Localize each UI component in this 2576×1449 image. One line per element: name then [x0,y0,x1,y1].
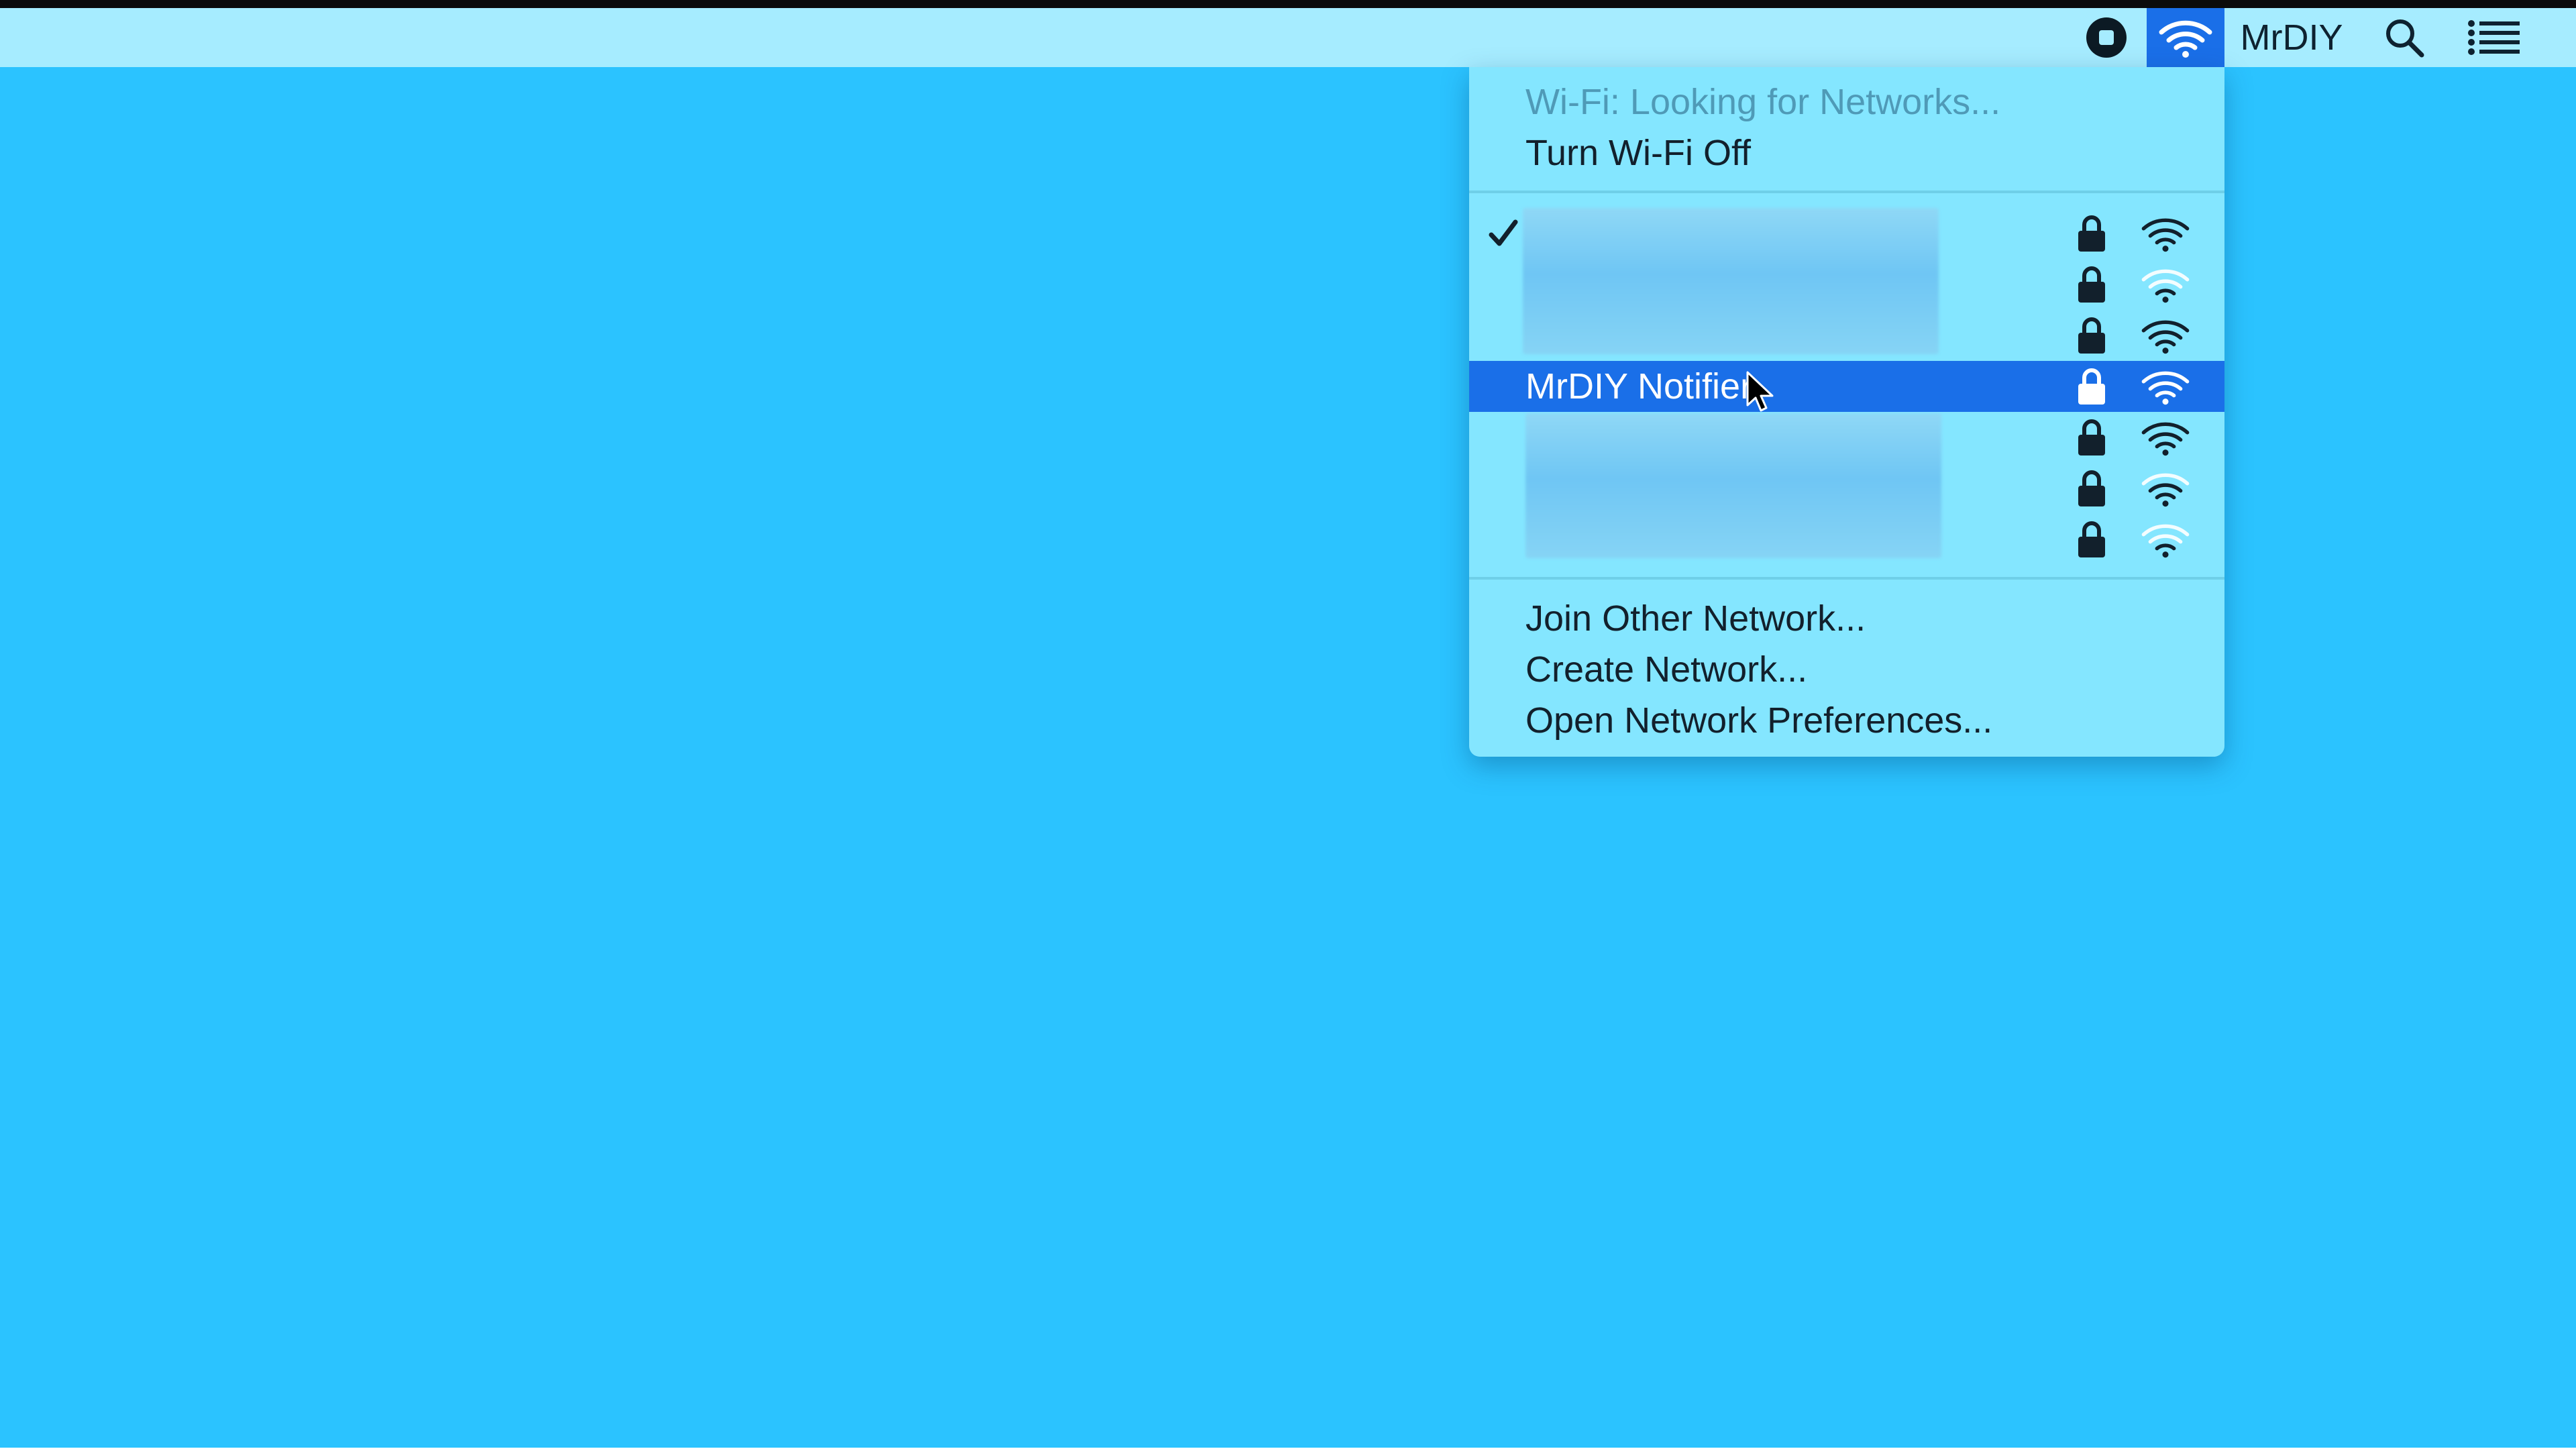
menu-separator [1469,191,2224,193]
lock-icon [2072,514,2112,565]
lock-icon [2072,259,2112,310]
menu-separator [1469,577,2224,580]
open-network-preferences-item[interactable]: Open Network Preferences... [1469,695,2224,746]
list-icon[interactable] [2458,8,2530,67]
signal-strength-icon [2132,208,2199,259]
signal-strength-icon [2132,463,2199,514]
create-network-item[interactable]: Create Network... [1469,644,2224,695]
network-item[interactable] [1469,208,2224,259]
checkmark-icon [1487,208,1520,259]
lock-icon [2072,208,2112,259]
search-icon[interactable] [2377,8,2431,67]
screen-top-edge [0,0,2576,8]
network-item[interactable] [1469,463,2224,514]
open-network-preferences-label: Open Network Preferences... [1525,700,1993,741]
signal-strength-icon [2132,361,2199,412]
wifi-menu: Wi-Fi: Looking for Networks... Turn Wi-F… [1469,67,2224,757]
signal-strength-icon [2132,412,2199,463]
lock-icon [2072,463,2112,514]
menubar-username[interactable]: MrDIY [2231,8,2352,67]
turn-wifi-off-item[interactable]: Turn Wi-Fi Off [1469,127,2224,178]
network-item[interactable] [1469,514,2224,565]
wifi-status-label: Wi-Fi: Looking for Networks... [1525,82,2001,122]
turn-wifi-off-label: Turn Wi-Fi Off [1525,133,1751,173]
menu-bar: MrDIY [0,8,2576,67]
network-item[interactable] [1469,310,2224,361]
signal-strength-icon [2132,259,2199,310]
signal-strength-icon [2132,310,2199,361]
network-item[interactable] [1469,259,2224,310]
network-name: MrDIY Notifier [1525,366,1753,407]
signal-strength-icon [2132,514,2199,565]
lock-icon [2072,361,2112,412]
lock-icon [2072,412,2112,463]
wifi-status: Wi-Fi: Looking for Networks... [1469,76,2224,127]
stop-record-icon[interactable] [2080,8,2133,67]
lock-icon [2072,310,2112,361]
join-other-network-item[interactable]: Join Other Network... [1469,593,2224,644]
network-item[interactable] [1469,412,2224,463]
join-other-network-label: Join Other Network... [1525,598,1866,639]
network-item-mrdiy-notifier[interactable]: MrDIY Notifier [1469,361,2224,412]
wifi-icon[interactable] [2147,8,2224,67]
create-network-label: Create Network... [1525,649,1808,690]
